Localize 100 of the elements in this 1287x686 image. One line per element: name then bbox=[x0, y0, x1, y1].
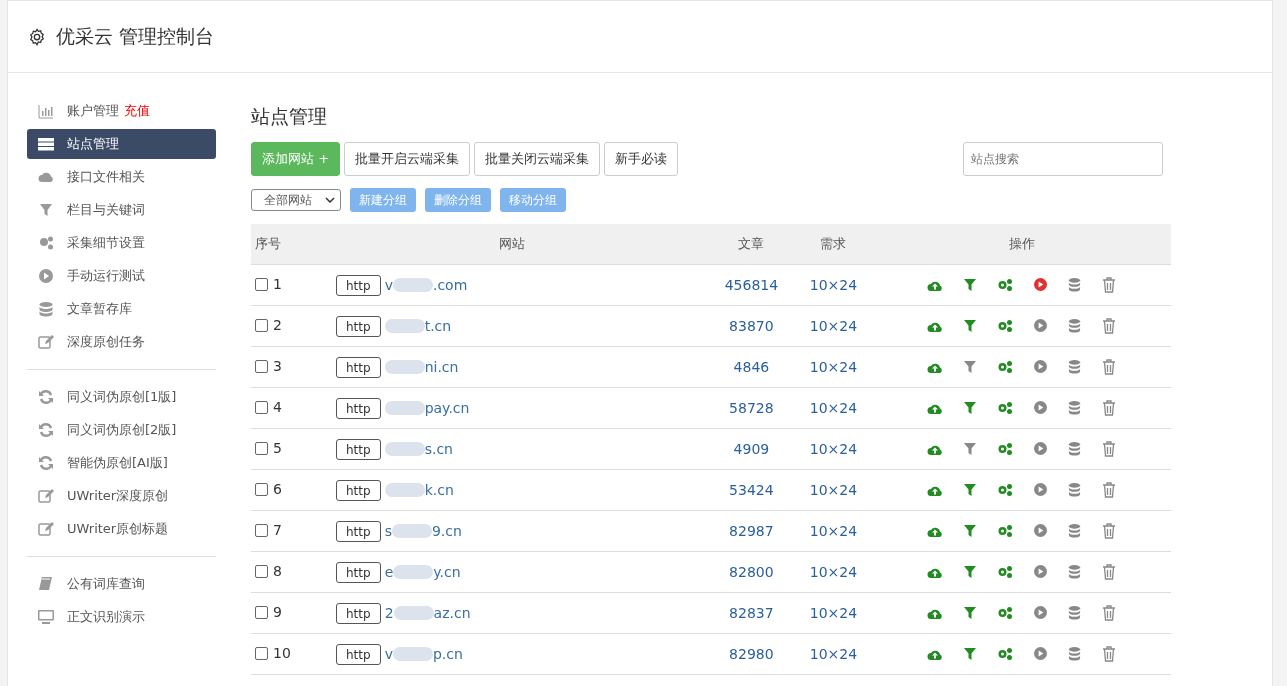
database-icon[interactable] bbox=[1068, 318, 1081, 333]
filter-icon[interactable] bbox=[964, 483, 976, 496]
site-name-end: az.cn bbox=[433, 605, 471, 621]
monitor-icon bbox=[38, 609, 54, 625]
sidebar-item[interactable]: 正文识别演示 bbox=[27, 602, 216, 632]
database-icon[interactable] bbox=[1068, 523, 1081, 538]
toolbar-button[interactable]: 批量开启云端采集 bbox=[344, 142, 471, 176]
play-icon[interactable] bbox=[1034, 647, 1047, 660]
database-icon[interactable] bbox=[1068, 646, 1081, 661]
site-name-end: 9.cn bbox=[431, 523, 462, 539]
column-header: 网站 bbox=[499, 236, 525, 251]
row-checkbox[interactable] bbox=[255, 400, 268, 414]
play-icon[interactable] bbox=[1034, 606, 1047, 619]
sidebar-item[interactable]: 手动运行测试 bbox=[27, 261, 216, 291]
play-icon[interactable] bbox=[1034, 483, 1047, 496]
filter-icon[interactable] bbox=[964, 565, 976, 578]
filter-icon[interactable] bbox=[964, 524, 976, 537]
protocol-tag: http bbox=[336, 561, 381, 583]
database-icon[interactable] bbox=[1068, 564, 1081, 579]
trash-icon[interactable] bbox=[1102, 276, 1116, 293]
sidebar-item[interactable]: UWriter深度原创 bbox=[27, 481, 216, 511]
sidebar-item[interactable]: 栏目与关键词 bbox=[27, 195, 216, 225]
recharge-link[interactable]: 充值 bbox=[124, 102, 150, 120]
article-count: 82987 bbox=[729, 523, 774, 539]
site-name-end: p.cn bbox=[432, 646, 463, 662]
article-count: 53424 bbox=[729, 482, 774, 498]
server-icon bbox=[38, 136, 54, 152]
database-icon[interactable] bbox=[1068, 400, 1081, 415]
sidebar-item[interactable]: 站点管理 bbox=[27, 129, 216, 159]
database-icon[interactable] bbox=[1068, 277, 1081, 292]
sidebar-item[interactable]: UWriter原创标题 bbox=[27, 514, 216, 544]
filter-icon[interactable] bbox=[964, 278, 976, 291]
redaction-blur bbox=[393, 565, 434, 579]
redaction-blur bbox=[384, 442, 425, 456]
play-icon[interactable] bbox=[1034, 565, 1047, 578]
sidebar-item[interactable]: 同义词伪原创[1版] bbox=[27, 382, 216, 412]
sidebar-item[interactable]: 文章暂存库 bbox=[27, 294, 216, 324]
filter-icon[interactable] bbox=[964, 647, 976, 660]
sidebar-item[interactable]: 智能伪原创[AI版] bbox=[27, 448, 216, 478]
filter-icon[interactable] bbox=[964, 442, 976, 455]
row-checkbox[interactable] bbox=[255, 564, 268, 578]
trash-icon[interactable] bbox=[1102, 645, 1116, 662]
play-icon[interactable] bbox=[1034, 278, 1047, 291]
sidebar-item[interactable]: 采集细节设置 bbox=[27, 228, 216, 258]
play-icon[interactable] bbox=[1034, 401, 1047, 414]
demand-value: 10×24 bbox=[809, 564, 858, 580]
edit-icon bbox=[38, 488, 54, 504]
play-icon[interactable] bbox=[1034, 319, 1047, 332]
trash-icon[interactable] bbox=[1102, 317, 1116, 334]
play-icon[interactable] bbox=[1034, 360, 1047, 373]
row-checkbox[interactable] bbox=[255, 523, 268, 537]
sidebar-label: 站点管理 bbox=[67, 135, 119, 153]
protocol-tag: http bbox=[336, 643, 381, 665]
trash-icon[interactable] bbox=[1102, 399, 1116, 416]
sidebar-label: 深度原创任务 bbox=[67, 333, 145, 351]
search-field[interactable]: 站点搜索 bbox=[963, 142, 1163, 176]
filter-icon[interactable] bbox=[964, 606, 976, 619]
trash-icon[interactable] bbox=[1102, 604, 1116, 621]
filter-icon[interactable] bbox=[964, 319, 976, 332]
filter-icon[interactable] bbox=[964, 401, 976, 414]
site-name-start: e bbox=[384, 564, 394, 580]
filter-icon[interactable] bbox=[964, 360, 976, 373]
row-checkbox[interactable] bbox=[255, 605, 268, 619]
play-icon[interactable] bbox=[1034, 524, 1047, 537]
row-checkbox[interactable] bbox=[255, 482, 268, 496]
row-checkbox[interactable] bbox=[255, 646, 268, 660]
toolbar-button[interactable]: 批量关闭云端采集 bbox=[474, 142, 601, 176]
trash-icon[interactable] bbox=[1102, 481, 1116, 498]
sidebar-item[interactable]: 接口文件相关 bbox=[27, 162, 216, 192]
trash-icon[interactable] bbox=[1102, 358, 1116, 375]
refresh-icon bbox=[38, 455, 54, 471]
row-checkbox[interactable] bbox=[255, 359, 268, 373]
database-icon[interactable] bbox=[1068, 359, 1081, 374]
database-icon[interactable] bbox=[1068, 441, 1081, 456]
play-icon[interactable] bbox=[1034, 442, 1047, 455]
article-count: 82800 bbox=[729, 564, 774, 580]
trash-icon[interactable] bbox=[1102, 563, 1116, 580]
row-checkbox[interactable] bbox=[255, 318, 268, 332]
demand-value: 10×24 bbox=[809, 646, 858, 662]
row-number: 7 bbox=[273, 522, 282, 539]
row-checkbox[interactable] bbox=[255, 441, 268, 455]
row-checkbox[interactable] bbox=[255, 277, 268, 291]
bar-chart-icon bbox=[38, 103, 54, 119]
site-name-start: v bbox=[384, 646, 393, 662]
sidebar-item[interactable]: 深度原创任务 bbox=[27, 327, 216, 357]
sidebar-item[interactable]: 公有词库查询 bbox=[27, 569, 216, 599]
trash-icon[interactable] bbox=[1102, 440, 1116, 457]
protocol-tag: http bbox=[336, 356, 381, 378]
sidebar-item[interactable]: 同义词伪原创[2版] bbox=[27, 415, 216, 445]
group-dropdown[interactable]: 全部网站 bbox=[251, 189, 341, 211]
toolbar-button[interactable]: 新手必读 bbox=[604, 142, 679, 176]
row-number: 9 bbox=[273, 604, 282, 621]
trash-icon[interactable] bbox=[1102, 522, 1116, 539]
article-count: 82837 bbox=[729, 605, 774, 621]
sidebar-item[interactable]: 账户管理 充值 bbox=[27, 96, 216, 126]
demand-value: 10×24 bbox=[809, 277, 858, 293]
redaction-blur bbox=[392, 647, 433, 661]
database-icon[interactable] bbox=[1068, 482, 1081, 497]
row-number: 4 bbox=[273, 399, 282, 416]
database-icon[interactable] bbox=[1068, 605, 1081, 620]
